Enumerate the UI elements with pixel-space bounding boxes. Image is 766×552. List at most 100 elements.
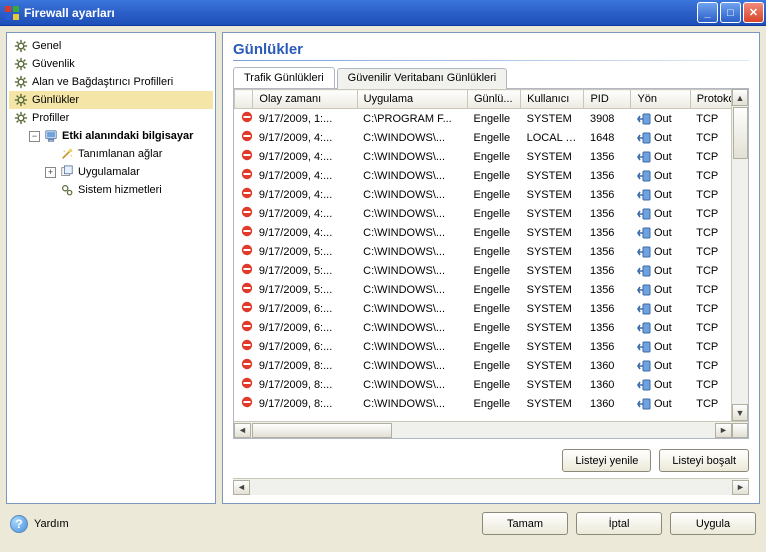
- cell-action: Engelle: [467, 318, 520, 337]
- cell-user: SYSTEM: [521, 299, 584, 318]
- table-row[interactable]: 9/17/2009, 4:...C:\WINDOWS\...EngelleSYS…: [235, 166, 748, 185]
- table-row[interactable]: 9/17/2009, 6:...C:\WINDOWS\...EngelleSYS…: [235, 299, 748, 318]
- table-row[interactable]: 9/17/2009, 8:...C:\WINDOWS\...EngelleSYS…: [235, 356, 748, 375]
- tree-item[interactable]: Profiller: [9, 109, 213, 127]
- scroll-right-icon[interactable]: ►: [715, 423, 732, 438]
- cell-time: 9/17/2009, 6:...: [253, 299, 357, 318]
- ok-button[interactable]: Tamam: [482, 512, 568, 535]
- cell-pid: 1356: [584, 318, 631, 337]
- apply-button[interactable]: Uygula: [670, 512, 756, 535]
- table-row[interactable]: 9/17/2009, 1:...C:\PROGRAM F...EngelleSY…: [235, 109, 748, 129]
- cell-pid: 1356: [584, 204, 631, 223]
- direction-out-icon: [637, 207, 651, 221]
- scroll-up-icon[interactable]: ▲: [732, 89, 748, 106]
- vertical-scrollbar[interactable]: ▲ ▼: [731, 89, 748, 421]
- column-header[interactable]: Yön: [631, 90, 690, 109]
- column-header[interactable]: Kullanıcı: [521, 90, 584, 109]
- cell-action: Engelle: [467, 299, 520, 318]
- table-row[interactable]: 9/17/2009, 4:...C:\WINDOWS\...EngelleSYS…: [235, 185, 748, 204]
- content-panel: Günlükler Trafik GünlükleriGüvenilir Ver…: [222, 32, 760, 504]
- cell-direction: Out: [631, 261, 690, 280]
- direction-out-icon: [637, 150, 651, 164]
- column-header[interactable]: Olay zamanı: [253, 90, 357, 109]
- table-horizontal-scrollbar[interactable]: ◄ ►: [234, 421, 748, 438]
- table-row[interactable]: 9/17/2009, 8:...C:\WINDOWS\...EngelleSYS…: [235, 375, 748, 394]
- clear-list-button[interactable]: Listeyi boşalt: [659, 449, 749, 472]
- tree-item-label: Uygulamalar: [78, 166, 140, 178]
- cell-action: Engelle: [467, 375, 520, 394]
- table-row[interactable]: 9/17/2009, 5:...C:\WINDOWS\...EngelleSYS…: [235, 280, 748, 299]
- cell-pid: 1356: [584, 223, 631, 242]
- refresh-list-button[interactable]: Listeyi yenile: [562, 449, 651, 472]
- table-row[interactable]: 9/17/2009, 8:...C:\WINDOWS\...EngelleSYS…: [235, 394, 748, 413]
- tree-item-label: Sistem hizmetleri: [78, 184, 162, 196]
- maximize-button[interactable]: □: [720, 2, 741, 23]
- column-header[interactable]: Günlü...: [467, 90, 520, 109]
- cell-pid: 1356: [584, 261, 631, 280]
- close-button[interactable]: ✕: [743, 2, 764, 23]
- block-icon: [241, 396, 253, 408]
- tree-item[interactable]: Genel: [9, 37, 213, 55]
- table-row[interactable]: 9/17/2009, 5:...C:\WINDOWS\...EngelleSYS…: [235, 242, 748, 261]
- block-icon: [241, 168, 253, 180]
- table-row[interactable]: 9/17/2009, 4:...C:\WINDOWS\...EngelleSYS…: [235, 204, 748, 223]
- cell-app: C:\WINDOWS\...: [357, 375, 467, 394]
- cell-app: C:\WINDOWS\...: [357, 166, 467, 185]
- cell-direction: Out: [631, 223, 690, 242]
- direction-out-icon: [637, 264, 651, 278]
- minimize-button[interactable]: _: [697, 2, 718, 23]
- services-icon: [59, 182, 75, 198]
- help-link[interactable]: ? Yardım: [10, 515, 69, 533]
- resize-grip[interactable]: [732, 423, 748, 438]
- cancel-button[interactable]: İptal: [576, 512, 662, 535]
- table-row[interactable]: 9/17/2009, 5:...C:\WINDOWS\...EngelleSYS…: [235, 261, 748, 280]
- cell-user: SYSTEM: [521, 261, 584, 280]
- tab[interactable]: Güvenilir Veritabanı Günlükleri: [337, 68, 508, 89]
- scroll-left-icon[interactable]: ◄: [233, 480, 250, 495]
- sidebar-tree[interactable]: Genel GüvenlikAlan ve Bağdaştırıcı Profil…: [6, 32, 216, 504]
- cell-time: 9/17/2009, 6:...: [253, 318, 357, 337]
- tree-item[interactable]: Günlükler: [9, 91, 213, 109]
- cell-direction: Out: [631, 375, 690, 394]
- block-icon: [241, 377, 253, 389]
- scroll-thumb-h[interactable]: [252, 423, 392, 438]
- tree-item[interactable]: Sistem hizmetleri: [9, 181, 213, 199]
- cell-user: SYSTEM: [521, 318, 584, 337]
- table-row[interactable]: 9/17/2009, 4:...C:\WINDOWS\...EngelleSYS…: [235, 223, 748, 242]
- tree-item[interactable]: Güvenlik: [9, 55, 213, 73]
- cell-action: Engelle: [467, 242, 520, 261]
- cell-app: C:\WINDOWS\...: [357, 147, 467, 166]
- table-row[interactable]: 9/17/2009, 4:...C:\WINDOWS\...EngelleLOC…: [235, 128, 748, 147]
- tree-item[interactable]: Tanımlanan ağlar: [9, 145, 213, 163]
- table-row[interactable]: 9/17/2009, 6:...C:\WINDOWS\...EngelleSYS…: [235, 318, 748, 337]
- direction-out-icon: [637, 245, 651, 259]
- table-row[interactable]: 9/17/2009, 4:...C:\WINDOWS\...EngelleSYS…: [235, 147, 748, 166]
- scroll-down-icon[interactable]: ▼: [732, 404, 748, 421]
- cell-app: C:\WINDOWS\...: [357, 261, 467, 280]
- scroll-thumb[interactable]: [733, 107, 748, 159]
- cell-pid: 1648: [584, 128, 631, 147]
- table-row[interactable]: 9/17/2009, 6:...C:\WINDOWS\...EngelleSYS…: [235, 337, 748, 356]
- column-header[interactable]: PID: [584, 90, 631, 109]
- tree-item[interactable]: Alan ve Bağdaştırıcı Profilleri: [9, 73, 213, 91]
- dialog-footer: ? Yardım Tamam İptal Uygula: [6, 504, 760, 539]
- column-header[interactable]: Uygulama: [357, 90, 467, 109]
- expand-icon[interactable]: +: [45, 167, 56, 178]
- collapse-icon[interactable]: −: [29, 131, 40, 142]
- tree-item[interactable]: −Etki alanındaki bilgisayar: [9, 127, 213, 145]
- direction-out-icon: [637, 188, 651, 202]
- block-icon: [241, 111, 253, 123]
- log-table[interactable]: Olay zamanıUygulamaGünlü...KullanıcıPIDY…: [234, 89, 748, 413]
- tree-item-label: Genel: [32, 40, 61, 52]
- tree-item[interactable]: + Uygulamalar: [9, 163, 213, 181]
- cell-direction: Out: [631, 109, 690, 129]
- cell-action: Engelle: [467, 337, 520, 356]
- cell-action: Engelle: [467, 109, 520, 129]
- cell-time: 9/17/2009, 8:...: [253, 356, 357, 375]
- panel-horizontal-scrollbar[interactable]: ◄ ►: [233, 478, 749, 495]
- scroll-left-icon[interactable]: ◄: [234, 423, 251, 438]
- tab[interactable]: Trafik Günlükleri: [233, 67, 335, 88]
- cell-app: C:\WINDOWS\...: [357, 280, 467, 299]
- scroll-right-icon[interactable]: ►: [732, 480, 749, 495]
- cell-pid: 1360: [584, 394, 631, 413]
